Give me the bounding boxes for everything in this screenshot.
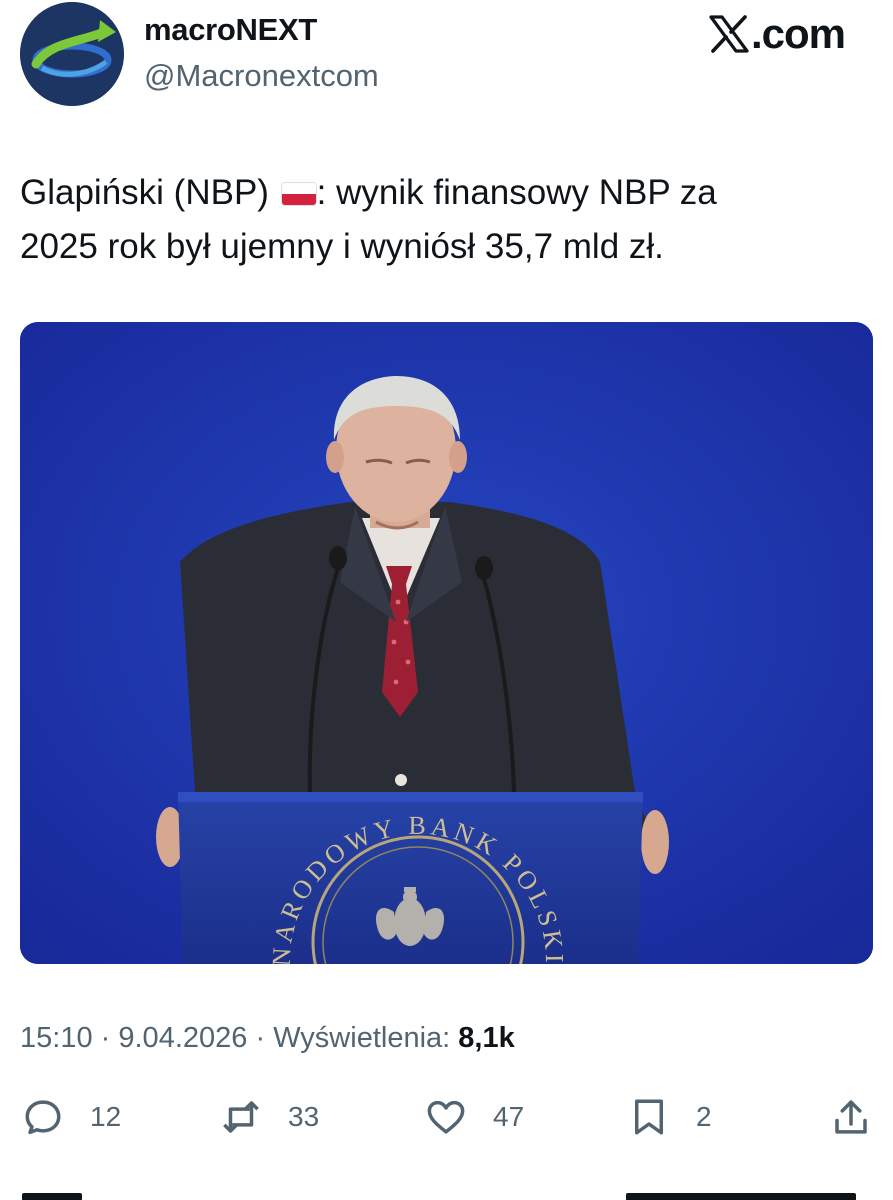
- tweet-text-line-2: 2025 rok był ujemny i wyniósł 35,7 mld z…: [20, 227, 664, 266]
- meta-separator: ·: [100, 1022, 111, 1054]
- author-handle[interactable]: @Macronextcom: [144, 58, 379, 94]
- avatar[interactable]: [20, 2, 124, 106]
- brand-domain: .com: [750, 10, 846, 57]
- share-button[interactable]: [830, 1092, 872, 1142]
- share-icon: [835, 1100, 867, 1134]
- tweet-photo[interactable]: NARODOWY BANK POLSKI: [20, 322, 873, 964]
- reply-count: 12: [90, 1101, 122, 1132]
- views-count[interactable]: 8,1k: [458, 1022, 514, 1054]
- bookmark-button[interactable]: 2: [628, 1092, 712, 1142]
- meta-separator: ·: [255, 1022, 266, 1054]
- tweet-time[interactable]: 15:10: [20, 1022, 93, 1054]
- repost-count: 33: [288, 1101, 320, 1132]
- reply-icon: [25, 1100, 61, 1135]
- views-label: Wyświetlenia:: [273, 1022, 451, 1054]
- bookmark-icon: [635, 1099, 663, 1135]
- like-count: 47: [493, 1101, 525, 1132]
- reply-button[interactable]: 12: [22, 1092, 121, 1142]
- tweet-text-line-1-end: : wynik finansowy NBP za: [316, 173, 717, 212]
- like-button[interactable]: 47: [425, 1092, 524, 1142]
- cut-off-content: [0, 1188, 893, 1200]
- tweet-text: Glapiński (NBP) : wynik finansowy NBP za…: [20, 166, 870, 274]
- x-brand: .com: [709, 10, 846, 58]
- macronext-logo-icon: [20, 2, 124, 106]
- podium: NARODOWY BANK POLSKI: [178, 792, 643, 964]
- tweet-text-line-1-start: Glapiński (NBP): [20, 173, 279, 212]
- bookmark-count: 2: [696, 1101, 712, 1132]
- author-display-name[interactable]: macroNEXT: [144, 12, 317, 48]
- x-logo-icon: [709, 15, 749, 53]
- repost-button[interactable]: 33: [220, 1092, 319, 1142]
- repost-icon: [223, 1101, 259, 1133]
- tweet-date[interactable]: 9.04.2026: [118, 1022, 247, 1054]
- tweet-meta: 15:10 · 9.04.2026 · Wyświetlenia: 8,1k: [20, 1022, 515, 1055]
- poland-flag-icon: [280, 182, 317, 206]
- tweet-actions: 12 33 47 2: [0, 1092, 893, 1142]
- heart-icon: [427, 1100, 465, 1134]
